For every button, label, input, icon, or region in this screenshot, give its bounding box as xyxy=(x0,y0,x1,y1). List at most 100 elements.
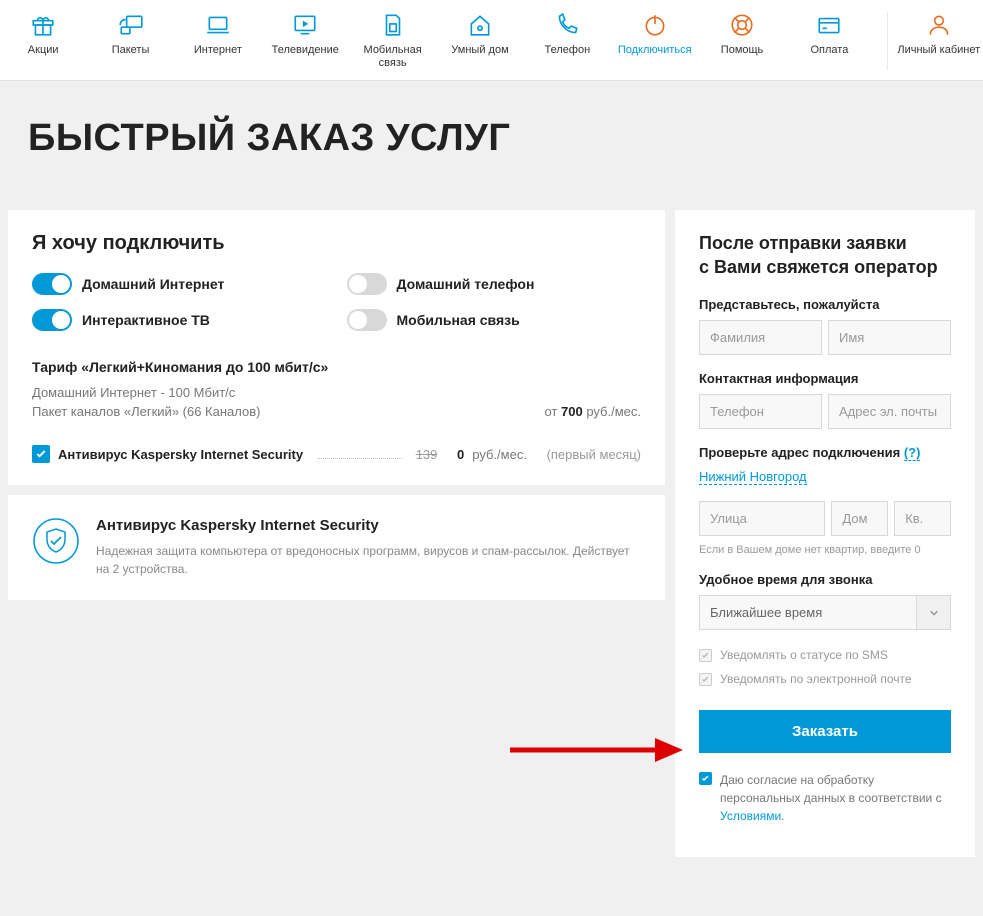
phone-input[interactable] xyxy=(699,394,822,429)
apartment-input[interactable] xyxy=(894,501,951,536)
connect-heading: Я хочу подключить xyxy=(32,232,641,255)
contact-label: Контактная информация xyxy=(699,371,951,386)
page-title-section: БЫСТРЫЙ ЗАКАЗ УСЛУГ xyxy=(0,81,983,210)
card-icon xyxy=(816,12,842,38)
separator-dots xyxy=(317,449,402,459)
addon-row: Антивирус Kaspersky Internet Security 13… xyxy=(32,445,641,463)
street-input[interactable] xyxy=(699,501,825,536)
order-button[interactable]: Заказать xyxy=(699,710,951,753)
time-select[interactable]: Ближайшее время xyxy=(699,595,951,630)
toggle-label: Домашний Интернет xyxy=(82,276,224,292)
tariff-detail: Пакет каналов «Легкий» (66 Каналов) xyxy=(32,404,260,419)
address-row xyxy=(699,501,951,536)
nav-cabinet[interactable]: Личный кабинет xyxy=(888,12,983,70)
email-input[interactable] xyxy=(828,394,951,429)
info-content: Антивирус Kaspersky Internet Security На… xyxy=(96,517,641,578)
nav-tv[interactable]: Телевидение xyxy=(262,12,349,70)
nav-smarthome[interactable]: Умный дом xyxy=(437,12,524,70)
nav-label: Интернет xyxy=(194,44,242,57)
nav-label: Умный дом xyxy=(451,44,508,57)
help-link[interactable]: (?) xyxy=(904,445,921,461)
nav-promo[interactable]: Акции xyxy=(0,12,87,70)
antivirus-info-card: Антивирус Kaspersky Internet Security На… xyxy=(8,495,665,600)
nav-label: Телефон xyxy=(545,44,591,57)
time-label: Удобное время для звонка xyxy=(699,572,951,587)
lastname-input[interactable] xyxy=(699,320,822,355)
contact-row xyxy=(699,394,951,429)
name-row xyxy=(699,320,951,355)
address-label: Проверьте адрес подключения (?) xyxy=(699,445,951,460)
chevron-down-icon xyxy=(917,595,951,630)
nav-label: Мобильная связь xyxy=(349,44,435,70)
nav-phone[interactable]: Телефон xyxy=(524,12,611,70)
toggle-switch[interactable] xyxy=(32,309,72,331)
power-icon xyxy=(642,12,668,38)
toggle-mobile: Мобильная связь xyxy=(347,309,642,331)
toggle-home-phone: Домашний телефон xyxy=(347,273,642,295)
price-unit: руб./мес. xyxy=(472,447,527,462)
tariff-name: Тариф «Легкий+Киномания до 100 мбит/с» xyxy=(32,359,641,375)
tariff-price-row: Пакет каналов «Легкий» (66 Каналов) от 7… xyxy=(32,404,641,423)
nav-label: Помощь xyxy=(721,44,764,57)
toggle-tv: Интерактивное ТВ xyxy=(32,309,327,331)
email-checkbox[interactable] xyxy=(699,673,712,686)
order-form-card: После отправки заявкис Вами свяжется опе… xyxy=(675,210,975,857)
firstname-input[interactable] xyxy=(828,320,951,355)
nav-help[interactable]: Помощь xyxy=(699,12,786,70)
name-label: Представьтесь, пожалуйста xyxy=(699,297,951,312)
info-title: Антивирус Kaspersky Internet Security xyxy=(96,517,641,534)
services-card: Я хочу подключить Домашний Интернет Дома… xyxy=(8,210,665,485)
page-title: БЫСТРЫЙ ЗАКАЗ УСЛУГ xyxy=(28,117,955,160)
consent-checkbox[interactable] xyxy=(699,772,712,785)
select-value: Ближайшее время xyxy=(699,595,917,630)
house-input[interactable] xyxy=(831,501,888,536)
toggle-label: Интерактивное ТВ xyxy=(82,312,210,328)
consent-row: Даю согласие на обработку персональных д… xyxy=(699,771,951,825)
toggle-switch[interactable] xyxy=(32,273,72,295)
email-notify-row: Уведомлять по электронной почте xyxy=(699,672,951,686)
nav-internet[interactable]: Интернет xyxy=(175,12,262,70)
email-label: Уведомлять по электронной почте xyxy=(720,672,912,686)
new-price: 0 xyxy=(457,447,464,462)
nav-label: Акции xyxy=(28,44,59,57)
tv-icon xyxy=(292,12,318,38)
tariff-price: от 700 руб./мес. xyxy=(544,404,641,419)
left-column: Я хочу подключить Домашний Интернет Дома… xyxy=(8,210,665,867)
sim-icon xyxy=(380,12,406,38)
form-heading: После отправки заявкис Вами свяжется опе… xyxy=(699,232,951,279)
apartment-hint: Если в Вашем доме нет квартир, введите 0 xyxy=(699,544,951,556)
sms-label: Уведомлять о статусе по SMS xyxy=(720,648,888,662)
toggle-grid: Домашний Интернет Домашний телефон Интер… xyxy=(32,273,641,331)
nav-connect[interactable]: Подключиться xyxy=(612,12,699,70)
devices-icon xyxy=(118,12,144,38)
price-note: (первый месяц) xyxy=(547,447,641,462)
info-text: Надежная защита компьютера от вредоносны… xyxy=(96,542,641,578)
content-area: Я хочу подключить Домашний Интернет Дома… xyxy=(0,210,983,897)
gift-icon xyxy=(30,12,56,38)
addon-checkbox[interactable] xyxy=(32,445,50,463)
toggle-label: Мобильная связь xyxy=(397,312,520,328)
toggle-switch[interactable] xyxy=(347,309,387,331)
nav-label: Личный кабинет xyxy=(897,44,980,57)
nav-mobile[interactable]: Мобильная связь xyxy=(349,12,436,70)
consent-link[interactable]: Условиями xyxy=(720,809,781,823)
city-link[interactable]: Нижний Новгород xyxy=(699,469,807,485)
laptop-icon xyxy=(205,12,231,38)
toggle-switch[interactable] xyxy=(347,273,387,295)
sms-checkbox[interactable] xyxy=(699,649,712,662)
nav-label: Телевидение xyxy=(272,44,339,57)
toggle-label: Домашний телефон xyxy=(397,276,535,292)
right-column: После отправки заявкис Вами свяжется опе… xyxy=(675,210,975,867)
consent-text: Даю согласие на обработку персональных д… xyxy=(720,771,951,825)
nav-label: Подключиться xyxy=(618,44,692,57)
user-icon xyxy=(926,12,952,38)
addon-name: Антивирус Kaspersky Internet Security xyxy=(58,447,303,462)
nav-payment[interactable]: Оплата xyxy=(786,12,887,70)
nav-packages[interactable]: Пакеты xyxy=(87,12,174,70)
phone-icon xyxy=(554,12,580,38)
old-price: 139 xyxy=(416,447,438,462)
tariff-detail: Домашний Интернет - 100 Мбит/с xyxy=(32,385,641,400)
nav-label: Пакеты xyxy=(112,44,150,57)
shield-icon xyxy=(32,517,80,565)
toggle-home-internet: Домашний Интернет xyxy=(32,273,327,295)
